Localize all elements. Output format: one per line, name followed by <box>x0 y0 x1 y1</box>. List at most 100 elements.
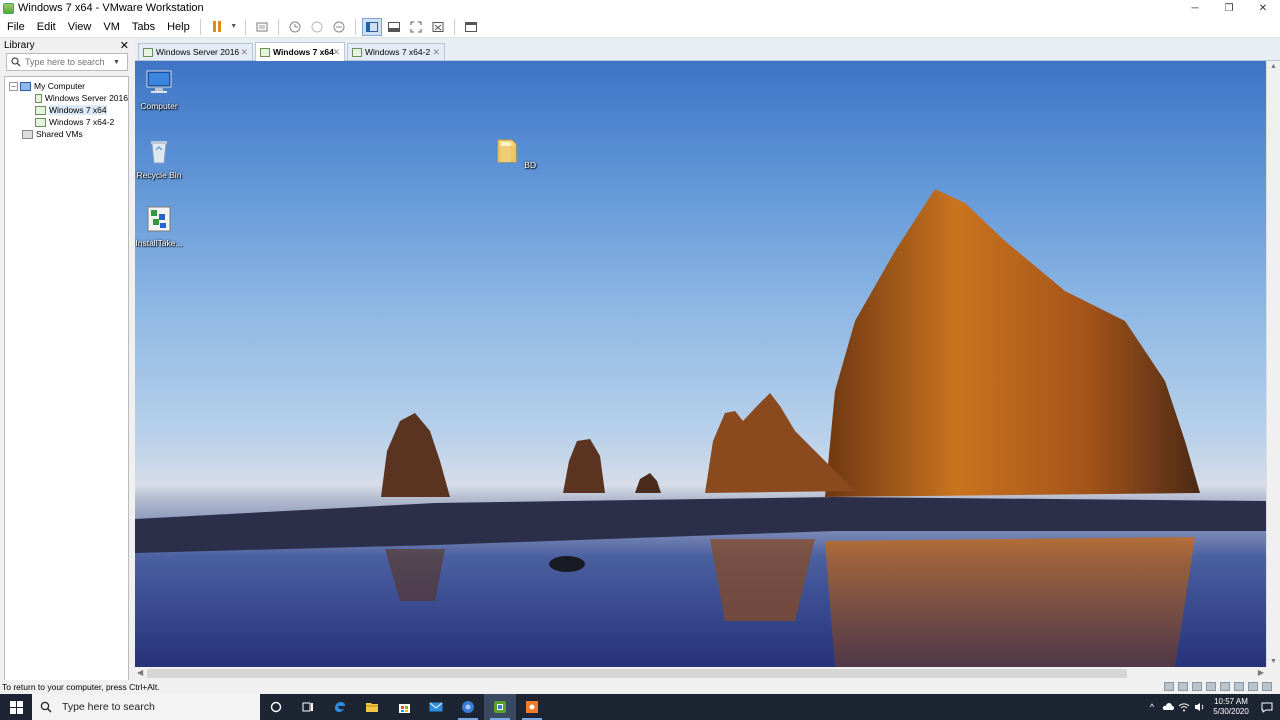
snapshot-button[interactable] <box>285 18 305 36</box>
guest-desktop[interactable]: Computer Recycle Bin InstallTake... BD <box>135 61 1266 667</box>
tab-label: Windows Server 2016 <box>156 47 240 57</box>
usb-icon[interactable] <box>1206 682 1216 691</box>
menu-file[interactable]: File <box>2 18 30 36</box>
printer-icon[interactable] <box>1234 682 1244 691</box>
snapshot-manager-icon <box>333 21 345 32</box>
menu-help[interactable]: Help <box>162 18 195 36</box>
close-button[interactable]: ✕ <box>1246 0 1280 16</box>
restore-button[interactable]: ❐ <box>1212 0 1246 16</box>
message-log-icon[interactable] <box>1262 682 1272 691</box>
volume-icon[interactable] <box>1192 694 1208 720</box>
system-tray: ^ 10:57 AM 5/30/2020 <box>1144 694 1280 720</box>
tree-label: Windows 7 x64 <box>49 105 107 115</box>
scrollbar-thumb[interactable] <box>147 669 1127 678</box>
tree-expander[interactable]: − <box>9 81 18 91</box>
task-view-button[interactable] <box>292 694 324 720</box>
snapshot-manager-button[interactable] <box>329 18 349 36</box>
sound-card-icon[interactable] <box>1220 682 1230 691</box>
tab-close-button[interactable]: ✕ <box>240 47 248 58</box>
menu-view[interactable]: View <box>63 18 97 36</box>
vmware-app-icon <box>3 2 14 14</box>
library-close-button[interactable]: ✕ <box>120 39 129 52</box>
cortana-icon <box>270 701 282 713</box>
library-search-input[interactable] <box>25 57 113 67</box>
pause-button[interactable] <box>207 18 227 36</box>
display-icon[interactable] <box>1248 682 1258 691</box>
vm-icon <box>35 93 42 103</box>
taskbar-app-edge[interactable] <box>324 694 356 720</box>
action-center-button[interactable] <box>1254 694 1280 720</box>
network-adapter-icon[interactable] <box>1192 682 1202 691</box>
taskbar-app-vmware[interactable] <box>484 694 516 720</box>
tree-item-my-computer[interactable]: − My Computer <box>5 80 128 92</box>
tray-expand-icon[interactable]: ^ <box>1144 694 1160 720</box>
scroll-down-arrow-icon[interactable]: ▼ <box>1270 658 1277 665</box>
window-title: Windows 7 x64 - VMware Workstation <box>18 2 204 14</box>
unity-button[interactable] <box>428 18 448 36</box>
taskbar-app-mail[interactable] <box>420 694 452 720</box>
pause-dropdown[interactable]: ▼ <box>229 18 239 36</box>
tab-windows-server-2016[interactable]: Windows Server 2016 ✕ <box>138 43 253 60</box>
vmware-icon <box>494 701 506 713</box>
scroll-up-arrow-icon[interactable]: ▲ <box>1270 63 1277 70</box>
vm-icon <box>35 105 46 115</box>
revert-snapshot-button[interactable] <box>307 18 327 36</box>
vm-icon <box>143 47 153 57</box>
tree-item-vm[interactable]: Windows Server 2016 <box>5 92 128 104</box>
toolbar-separator <box>277 18 279 35</box>
horizontal-scrollbar[interactable]: ◀ ▶ <box>135 667 1266 680</box>
console-view-button[interactable] <box>461 18 481 36</box>
network-icon[interactable] <box>1176 694 1192 720</box>
menu-tabs[interactable]: Tabs <box>127 18 160 36</box>
taskbar-search-box[interactable]: Type here to search <box>32 694 260 720</box>
library-tree: − My Computer Windows Server 2016 Window… <box>4 76 129 712</box>
thumbnail-bar-button[interactable] <box>384 18 404 36</box>
tab-close-button[interactable]: ✕ <box>332 47 340 58</box>
vertical-scrollbar[interactable]: ▲ ▼ <box>1266 61 1280 667</box>
start-button[interactable] <box>0 694 32 720</box>
onedrive-icon[interactable] <box>1160 694 1176 720</box>
tree-item-vm[interactable]: Windows 7 x64-2 <box>5 116 128 128</box>
show-library-button[interactable] <box>361 17 382 36</box>
send-ctrl-alt-del-button[interactable] <box>252 18 272 36</box>
desktop-icon-installer[interactable]: InstallTake... <box>135 204 185 248</box>
window-title-bar[interactable]: Windows 7 x64 - VMware Workstation ─ ❐ ✕ <box>0 0 1280 16</box>
scroll-left-arrow-icon[interactable]: ◀ <box>137 668 143 677</box>
tree-item-shared-vms[interactable]: Shared VMs <box>5 128 128 140</box>
library-search-box[interactable]: ▼ <box>6 53 128 71</box>
menu-edit[interactable]: Edit <box>32 18 61 36</box>
thumbnail-bar-icon <box>387 21 400 32</box>
desktop-icon-folder-bd[interactable]: BD <box>488 136 540 170</box>
notification-icon <box>1261 702 1273 713</box>
taskbar-app-other[interactable] <box>516 694 548 720</box>
desktop-icon-recycle-bin[interactable]: Recycle Bin <box>135 136 185 180</box>
hard-disk-icon[interactable] <box>1164 682 1174 691</box>
desktop-icon-computer[interactable]: Computer <box>135 67 185 111</box>
tree-label: My Computer <box>34 81 86 91</box>
desktop-icon-label: Recycle Bin <box>136 170 182 180</box>
scroll-right-arrow-icon[interactable]: ▶ <box>1258 668 1264 677</box>
desktop-icon-label: Computer <box>140 101 178 111</box>
tab-windows-7-x64[interactable]: Windows 7 x64 ✕ <box>255 42 345 61</box>
taskbar-clock[interactable]: 10:57 AM 5/30/2020 <box>1208 697 1254 717</box>
tab-label: Windows 7 x64-2 <box>365 47 431 57</box>
taskbar-app-store[interactable] <box>388 694 420 720</box>
tab-windows-7-x64-2[interactable]: Windows 7 x64-2 ✕ <box>347 43 445 60</box>
vm-icon <box>35 117 46 127</box>
tree-label: Windows 7 x64-2 <box>49 117 115 127</box>
taskbar-search-placeholder: Type here to search <box>62 701 155 713</box>
menu-vm[interactable]: VM <box>98 18 125 36</box>
cd-drive-icon[interactable] <box>1178 682 1188 691</box>
tree-label: Shared VMs <box>36 129 83 139</box>
cortana-button[interactable] <box>260 694 292 720</box>
full-screen-button[interactable] <box>406 18 426 36</box>
minimize-button[interactable]: ─ <box>1178 0 1212 16</box>
tree-item-vm-selected[interactable]: Windows 7 x64 <box>5 104 128 116</box>
console-view-icon <box>464 21 477 32</box>
chevron-down-icon[interactable]: ▼ <box>113 59 120 66</box>
taskbar-app-file-explorer[interactable] <box>356 694 388 720</box>
menu-bar: File Edit View VM Tabs Help ▼ <box>0 16 1280 38</box>
tab-close-button[interactable]: ✕ <box>432 47 440 58</box>
taskbar-app-browser[interactable] <box>452 694 484 720</box>
vm-icon <box>260 47 270 57</box>
